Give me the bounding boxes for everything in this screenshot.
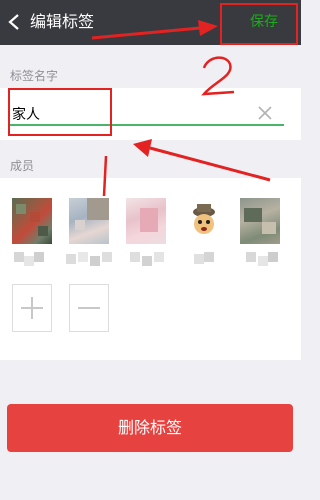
annotation-arrows: [91, 20, 271, 197]
